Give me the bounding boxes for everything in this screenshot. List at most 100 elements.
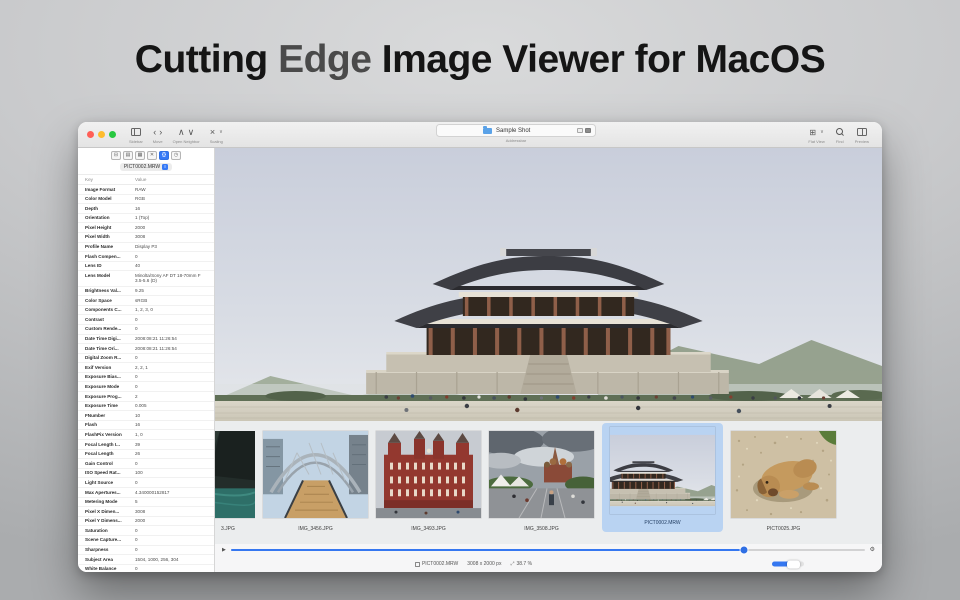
tab-exif-icon[interactable]: {} bbox=[159, 151, 169, 160]
zoom-slider-knob[interactable] bbox=[787, 560, 800, 568]
page-title-suffix: Image Viewer for MacOS bbox=[371, 38, 825, 81]
exif-row[interactable]: FlashPix Version1, 0 bbox=[78, 430, 214, 440]
exif-row[interactable]: FNumber10 bbox=[78, 411, 214, 421]
exif-row[interactable]: Components C...1, 2, 3, 0 bbox=[78, 306, 214, 316]
exif-row[interactable]: Pixel Height2000 bbox=[78, 223, 214, 233]
exif-row[interactable]: Custom Rende...0 bbox=[78, 325, 214, 335]
exif-row[interactable]: Gain Control0 bbox=[78, 459, 214, 469]
tab-histogram-icon[interactable]: ✕ bbox=[147, 151, 157, 160]
exif-row[interactable]: Subject Area1504, 1000, 256, 304 bbox=[78, 555, 214, 565]
exif-row[interactable]: Exposure Mode0 bbox=[78, 382, 214, 392]
move-forward-icon[interactable]: › bbox=[159, 128, 162, 136]
exif-key: Scene Capture... bbox=[85, 537, 135, 543]
exif-row[interactable]: Pixel Y Dimens...2000 bbox=[78, 517, 214, 527]
thumbnail-image bbox=[610, 427, 715, 514]
status-zoom-value: 38.7 % bbox=[516, 561, 532, 567]
exif-row[interactable]: Depth16 bbox=[78, 204, 214, 214]
exif-key: Color Space bbox=[85, 298, 135, 304]
exif-row[interactable]: Image FormatRAW bbox=[78, 185, 214, 195]
thumbnail-item[interactable]: PICT0025.JPG bbox=[731, 431, 836, 532]
exif-row[interactable]: Max Apertures...4.340000152817 bbox=[78, 488, 214, 498]
exif-row[interactable]: Pixel Width3008 bbox=[78, 233, 214, 243]
exif-row[interactable]: Light Source0 bbox=[78, 478, 214, 488]
tab-preview-icon[interactable]: ▤ bbox=[123, 151, 133, 160]
exif-key: Max Apertures... bbox=[85, 490, 135, 496]
exif-value: sRGB bbox=[135, 298, 207, 304]
exif-row[interactable]: Date Time Ori...2008:08:21 11:26:54 bbox=[78, 344, 214, 354]
exif-row[interactable]: Digital Zoom R...0 bbox=[78, 354, 214, 364]
exif-row[interactable]: Scene Capture...0 bbox=[78, 536, 214, 546]
exif-row[interactable]: Sharpness0 bbox=[78, 546, 214, 556]
current-file-name: PICT0002.MRW bbox=[124, 164, 160, 170]
position-slider[interactable] bbox=[231, 549, 865, 552]
move-back-icon[interactable]: ‹ bbox=[153, 128, 156, 136]
exif-row[interactable]: Contrast0 bbox=[78, 315, 214, 325]
gear-icon[interactable]: ⚙ bbox=[870, 547, 875, 554]
chevron-down-icon: ∨ bbox=[820, 129, 824, 135]
exif-value: 39 bbox=[135, 442, 207, 448]
exif-key: Pixel Height bbox=[85, 225, 135, 231]
zoom-slider[interactable] bbox=[772, 562, 804, 567]
thumbnail-item[interactable]: IMG_3508.JPG bbox=[489, 431, 594, 532]
exif-row[interactable]: White Balance0 bbox=[78, 565, 214, 572]
exif-row[interactable]: Exposure Prog...2 bbox=[78, 392, 214, 402]
exif-row[interactable]: Lens ModelMinolta/Sony AF DT 18-70mm F 3… bbox=[78, 271, 214, 286]
neighbor-down-icon[interactable]: ∨ bbox=[188, 128, 195, 136]
page-title-highlight: Edge bbox=[278, 38, 371, 81]
exif-row[interactable]: Metering Mode5 bbox=[78, 498, 214, 508]
exif-row[interactable]: Focal Length I...39 bbox=[78, 440, 214, 450]
exif-row[interactable]: Exif Version2, 2, 1 bbox=[78, 363, 214, 373]
exif-row[interactable]: Exposure Time0.005 bbox=[78, 402, 214, 412]
exif-row[interactable]: Flash Compen...0 bbox=[78, 252, 214, 262]
move-buttons[interactable]: ‹› Move bbox=[148, 122, 168, 147]
exif-row[interactable]: Color SpacesRGB bbox=[78, 296, 214, 306]
exif-row[interactable]: Flash16 bbox=[78, 421, 214, 431]
addressbar-badge-light-icon[interactable] bbox=[577, 128, 583, 134]
neighbor-up-icon[interactable]: ∧ bbox=[178, 128, 185, 136]
flat-view-button[interactable]: ⊞∨ Flat View bbox=[803, 122, 829, 147]
exif-row[interactable]: Focal Length26 bbox=[78, 450, 214, 460]
thumbnail-item[interactable]: 3.JPG bbox=[215, 431, 255, 532]
current-file-pill[interactable]: PICT0002.MRW ≡ bbox=[120, 163, 172, 171]
thumbnail-label: IMG_3508.JPG bbox=[524, 526, 558, 532]
sidebar-toggle-button[interactable]: Sidebar bbox=[124, 122, 148, 147]
slider-knob[interactable] bbox=[741, 547, 748, 554]
status-dimensions: 3008 x 2000 px bbox=[467, 561, 501, 567]
metadata-sidebar: ⊟ ▤ ▦ ✕ {} ◷ PICT0002.MRW ≡ Key Value Im… bbox=[78, 148, 215, 572]
exif-value: 4.340000152817 bbox=[135, 490, 207, 496]
exif-key: Pixel Width bbox=[85, 234, 135, 240]
exif-row[interactable]: Exposure Bias...0 bbox=[78, 373, 214, 383]
close-window-button[interactable] bbox=[87, 131, 94, 138]
scaling-button[interactable]: ×∨ Scaling bbox=[205, 122, 228, 147]
exif-row[interactable]: ISO Speed Rat...100 bbox=[78, 469, 214, 479]
thumbnail-item[interactable]: IMG_3493.JPG bbox=[376, 431, 481, 532]
tab-history-icon[interactable]: ◷ bbox=[171, 151, 181, 160]
exif-value: 0 bbox=[135, 461, 207, 467]
tab-grid-icon[interactable]: ▦ bbox=[135, 151, 145, 160]
open-neighbor-buttons[interactable]: ∧∨ Open Neighbor bbox=[168, 122, 205, 147]
exif-row[interactable]: Profile NameDisplay P3 bbox=[78, 243, 214, 253]
exif-row[interactable]: Pixel X Dimen...3008 bbox=[78, 507, 214, 517]
exif-row[interactable]: Color ModelRGB bbox=[78, 195, 214, 205]
find-button[interactable]: Find bbox=[830, 122, 850, 147]
exif-row[interactable]: Orientation1 (Top) bbox=[78, 214, 214, 224]
exif-value: 100 bbox=[135, 470, 207, 476]
tab-files-icon[interactable]: ⊟ bbox=[111, 151, 121, 160]
exif-value: 0 bbox=[135, 254, 207, 260]
thumbnail-item[interactable]: IMG_3456.JPG bbox=[263, 431, 368, 532]
exif-key: Digital Zoom R... bbox=[85, 355, 135, 361]
exif-row[interactable]: Lens ID40 bbox=[78, 262, 214, 272]
scaling-icon: × bbox=[210, 127, 215, 137]
exif-row[interactable]: Date Time Digi...2008:08:21 11:26:54 bbox=[78, 335, 214, 345]
image-viewer[interactable] bbox=[215, 148, 882, 421]
grid-view-icon: ⊞ bbox=[809, 128, 816, 137]
exif-row[interactable]: Saturation0 bbox=[78, 526, 214, 536]
play-icon[interactable]: ▶ bbox=[222, 547, 226, 553]
minimize-window-button[interactable] bbox=[98, 131, 105, 138]
addressbar-field[interactable]: Sample Shot bbox=[436, 124, 596, 137]
thumbnail-item-selected[interactable]: PICT0002.MRW bbox=[602, 423, 723, 532]
preview-button[interactable]: Preview bbox=[850, 122, 874, 147]
exif-row[interactable]: Brightness Val...9.25 bbox=[78, 287, 214, 297]
addressbar-badge-dark-icon[interactable] bbox=[585, 128, 591, 134]
zoom-window-button[interactable] bbox=[109, 131, 116, 138]
